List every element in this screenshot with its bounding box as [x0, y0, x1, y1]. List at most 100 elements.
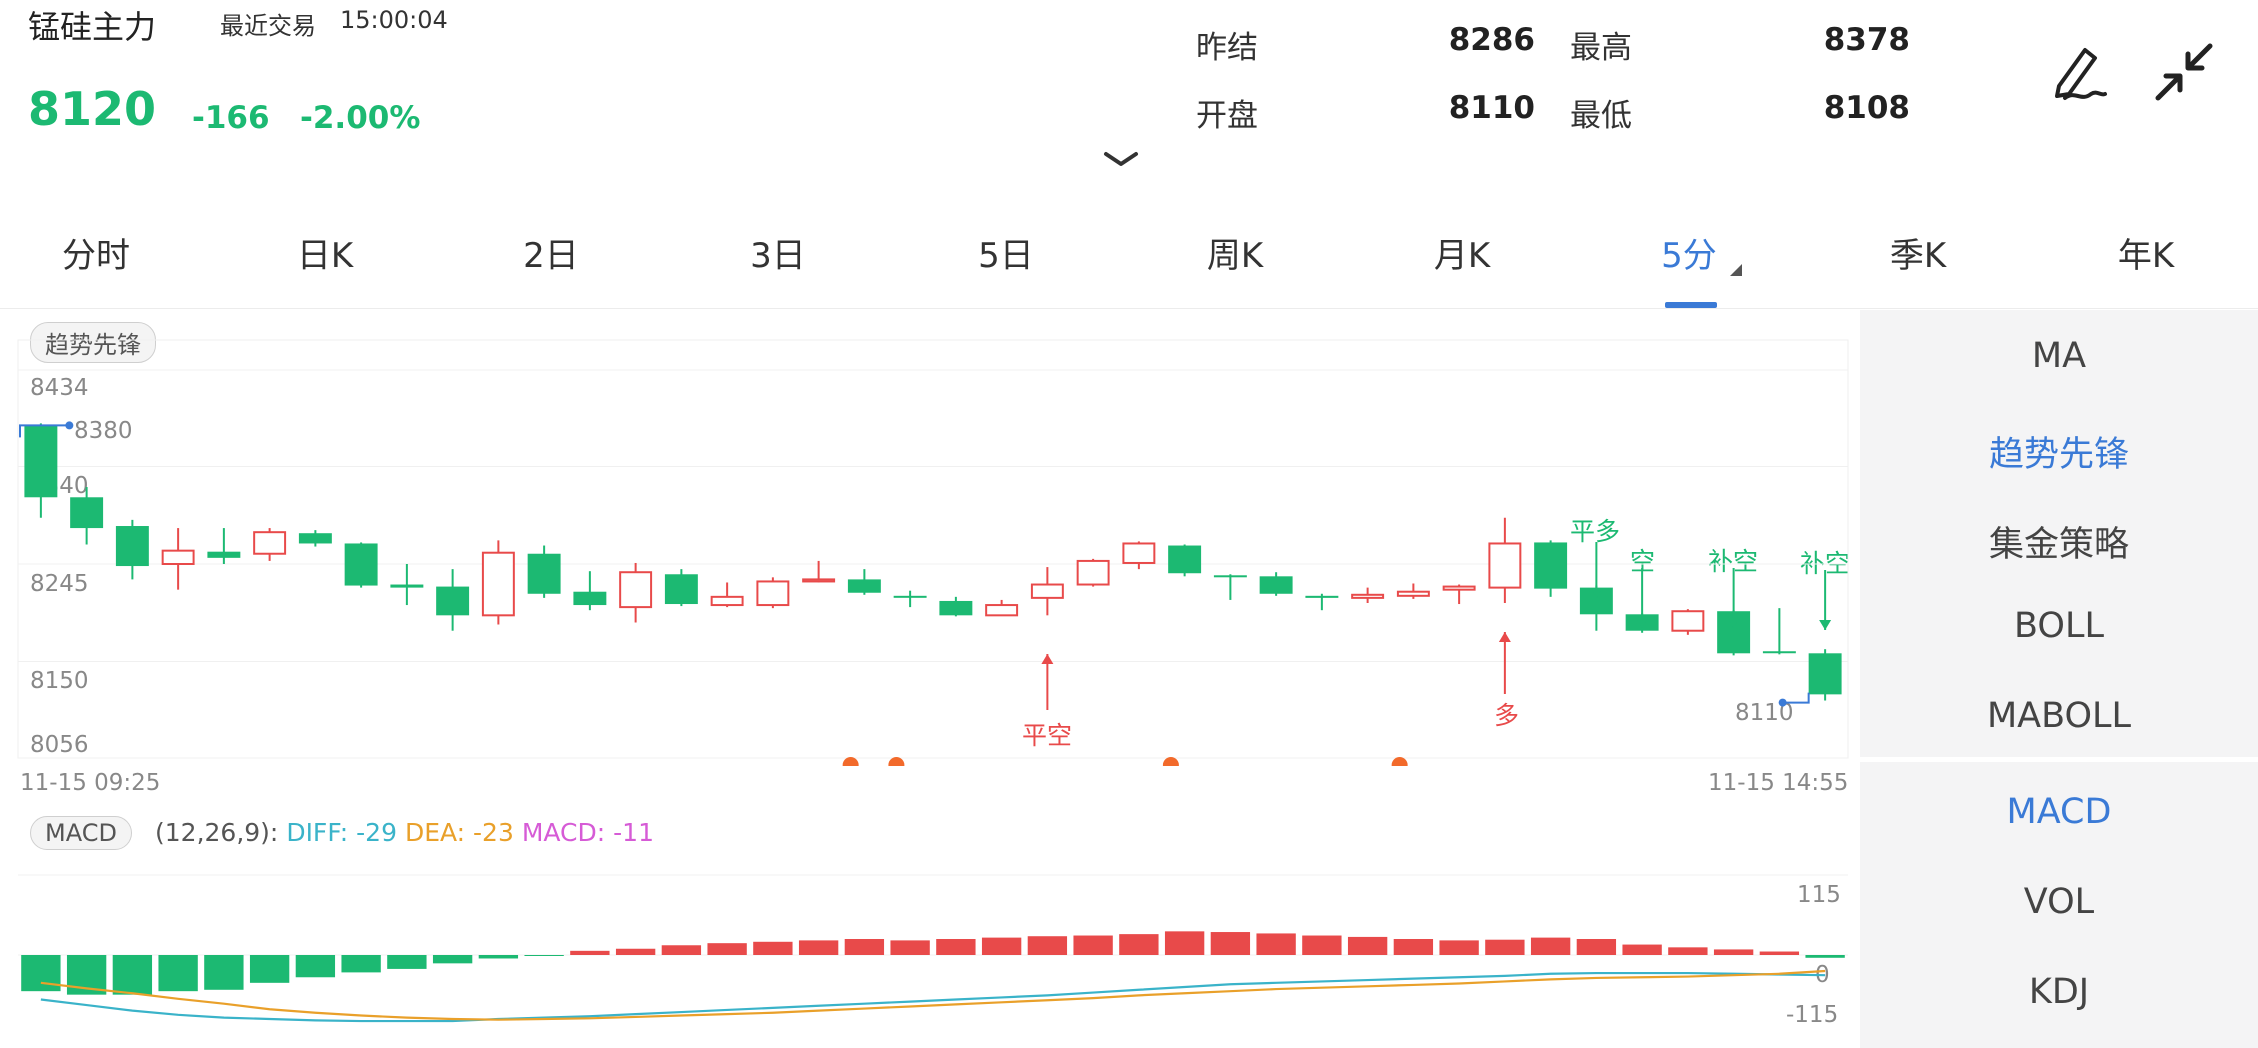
tab-day-k[interactable]: 日K	[297, 228, 353, 277]
tab-dropdown-corner-icon[interactable]	[1728, 262, 1744, 278]
candle-body	[115, 526, 149, 567]
macd-bar	[707, 943, 747, 955]
x-end-label: 11-15 14:55	[1708, 770, 1849, 796]
candle-body	[985, 604, 1019, 617]
candle-body	[1762, 651, 1796, 654]
indicator-vol[interactable]: VOL	[1860, 882, 2258, 922]
macd-label: MACD:	[521, 818, 606, 847]
macd-params: (12,26,9):	[155, 818, 279, 847]
macd-bar	[158, 955, 198, 992]
candle-body	[70, 497, 104, 529]
chart-frame	[17, 339, 1849, 759]
candle-body	[161, 549, 195, 565]
open-value: 8110	[1448, 90, 1535, 126]
indicator-macd[interactable]: MACD	[1860, 792, 2258, 832]
macd-bar	[1805, 955, 1845, 958]
macd-bar	[890, 940, 930, 955]
macd-bar	[1576, 939, 1617, 955]
candle-body	[1168, 545, 1202, 574]
tab-month-k[interactable]: 月K	[1434, 228, 1490, 277]
candle-body	[847, 579, 881, 593]
low-marker-dot	[1778, 698, 1787, 707]
chevron-down-icon[interactable]	[1098, 148, 1144, 172]
macd-bar	[478, 955, 519, 959]
macd-values: (12,26,9): DIFF: -29 DEA: -23 MACD: -11	[155, 818, 654, 847]
macd-bar	[1210, 932, 1251, 955]
macd-bar	[1027, 936, 1068, 955]
tab-year-k[interactable]: 年K	[2118, 228, 2174, 277]
trade-time: 15:00:04	[340, 6, 448, 34]
macd-bar	[753, 941, 793, 955]
macd-bar	[1622, 944, 1662, 955]
diff-value: -29	[356, 818, 397, 847]
indicator-kdj[interactable]: KDJ	[1860, 972, 2258, 1012]
period-tabs: 分时 日K 2日 3日 5日 周K 月K 5分 季K 年K	[0, 200, 2258, 310]
recent-trade-label: 最近交易	[220, 12, 316, 40]
macd-bar	[1119, 934, 1159, 955]
candle-body	[1442, 585, 1476, 591]
tab-3day[interactable]: 3日	[750, 228, 806, 277]
macd-bar	[1439, 940, 1479, 955]
open-label: 开盘	[1196, 98, 1258, 134]
macd-chart[interactable]	[0, 860, 1860, 1048]
dea-value: -23	[473, 818, 514, 847]
candlestick-chart[interactable]	[0, 310, 1860, 766]
tab-separator	[0, 308, 2258, 309]
candle-body	[527, 553, 561, 594]
tab-week-k[interactable]: 周K	[1207, 228, 1263, 277]
diff-label: DIFF:	[286, 818, 349, 847]
indicator-trend-pioneer[interactable]: 趋势先锋	[1860, 426, 2258, 477]
dea-label: DEA:	[404, 818, 466, 847]
candle-body	[1213, 575, 1247, 578]
macd-bar	[432, 955, 473, 964]
macd-chip[interactable]: MACD	[30, 816, 132, 850]
candle-body	[1396, 590, 1430, 597]
candle-body	[1534, 542, 1568, 589]
macd-bar	[1759, 951, 1800, 955]
macd-bar	[615, 948, 656, 955]
signal-arrow-long-head	[1498, 632, 1511, 642]
indicator-maboll[interactable]: MABOLL	[1860, 696, 2258, 736]
macd-bar	[204, 955, 244, 990]
candle-body	[619, 571, 653, 609]
macd-bar	[295, 955, 336, 978]
tab-fenshi[interactable]: 分时	[62, 228, 130, 277]
indicator-fund-strategy[interactable]: 集金策略	[1860, 516, 2258, 567]
high-marker-dot	[65, 421, 74, 430]
low-marker-line	[1784, 692, 1810, 704]
indicator-ma[interactable]: MA	[1860, 336, 2258, 376]
indicator-boll[interactable]: BOLL	[1860, 606, 2258, 646]
tab-2day[interactable]: 2日	[523, 228, 579, 277]
tab-5min[interactable]: 5分	[1661, 228, 1717, 277]
candle-body	[481, 551, 515, 617]
macd-bar	[798, 940, 839, 955]
candle-body	[1122, 542, 1156, 564]
candle-body	[1808, 653, 1842, 695]
macd-bar	[1347, 936, 1388, 955]
macd-bar	[387, 955, 427, 969]
macd-bar	[570, 950, 610, 955]
macd-bar	[1713, 949, 1754, 955]
macd-bar	[249, 955, 290, 983]
candle-body	[1488, 542, 1522, 589]
macd-bar	[661, 945, 702, 955]
macd-value: -11	[613, 818, 654, 847]
collapse-icon[interactable]	[2152, 40, 2216, 104]
candle-body	[1671, 610, 1705, 632]
candle-body	[344, 543, 378, 586]
candle-body	[1030, 583, 1064, 599]
tab-quarter-k[interactable]: 季K	[1890, 228, 1946, 277]
macd-bar	[524, 955, 564, 956]
signal-arrow-close-short-head	[1041, 654, 1054, 664]
macd-bar	[1485, 939, 1525, 955]
macd-bar	[981, 937, 1022, 955]
macd-bar	[1164, 931, 1205, 955]
macd-bar	[1256, 933, 1296, 955]
candle-body	[1351, 593, 1385, 599]
draw-pen-icon[interactable]	[2045, 40, 2109, 104]
tab-5day[interactable]: 5日	[978, 228, 1034, 277]
candle-body	[253, 531, 287, 555]
high-label: 最高	[1570, 30, 1632, 66]
macd-bar	[1073, 935, 1113, 955]
candle-body	[207, 551, 241, 558]
